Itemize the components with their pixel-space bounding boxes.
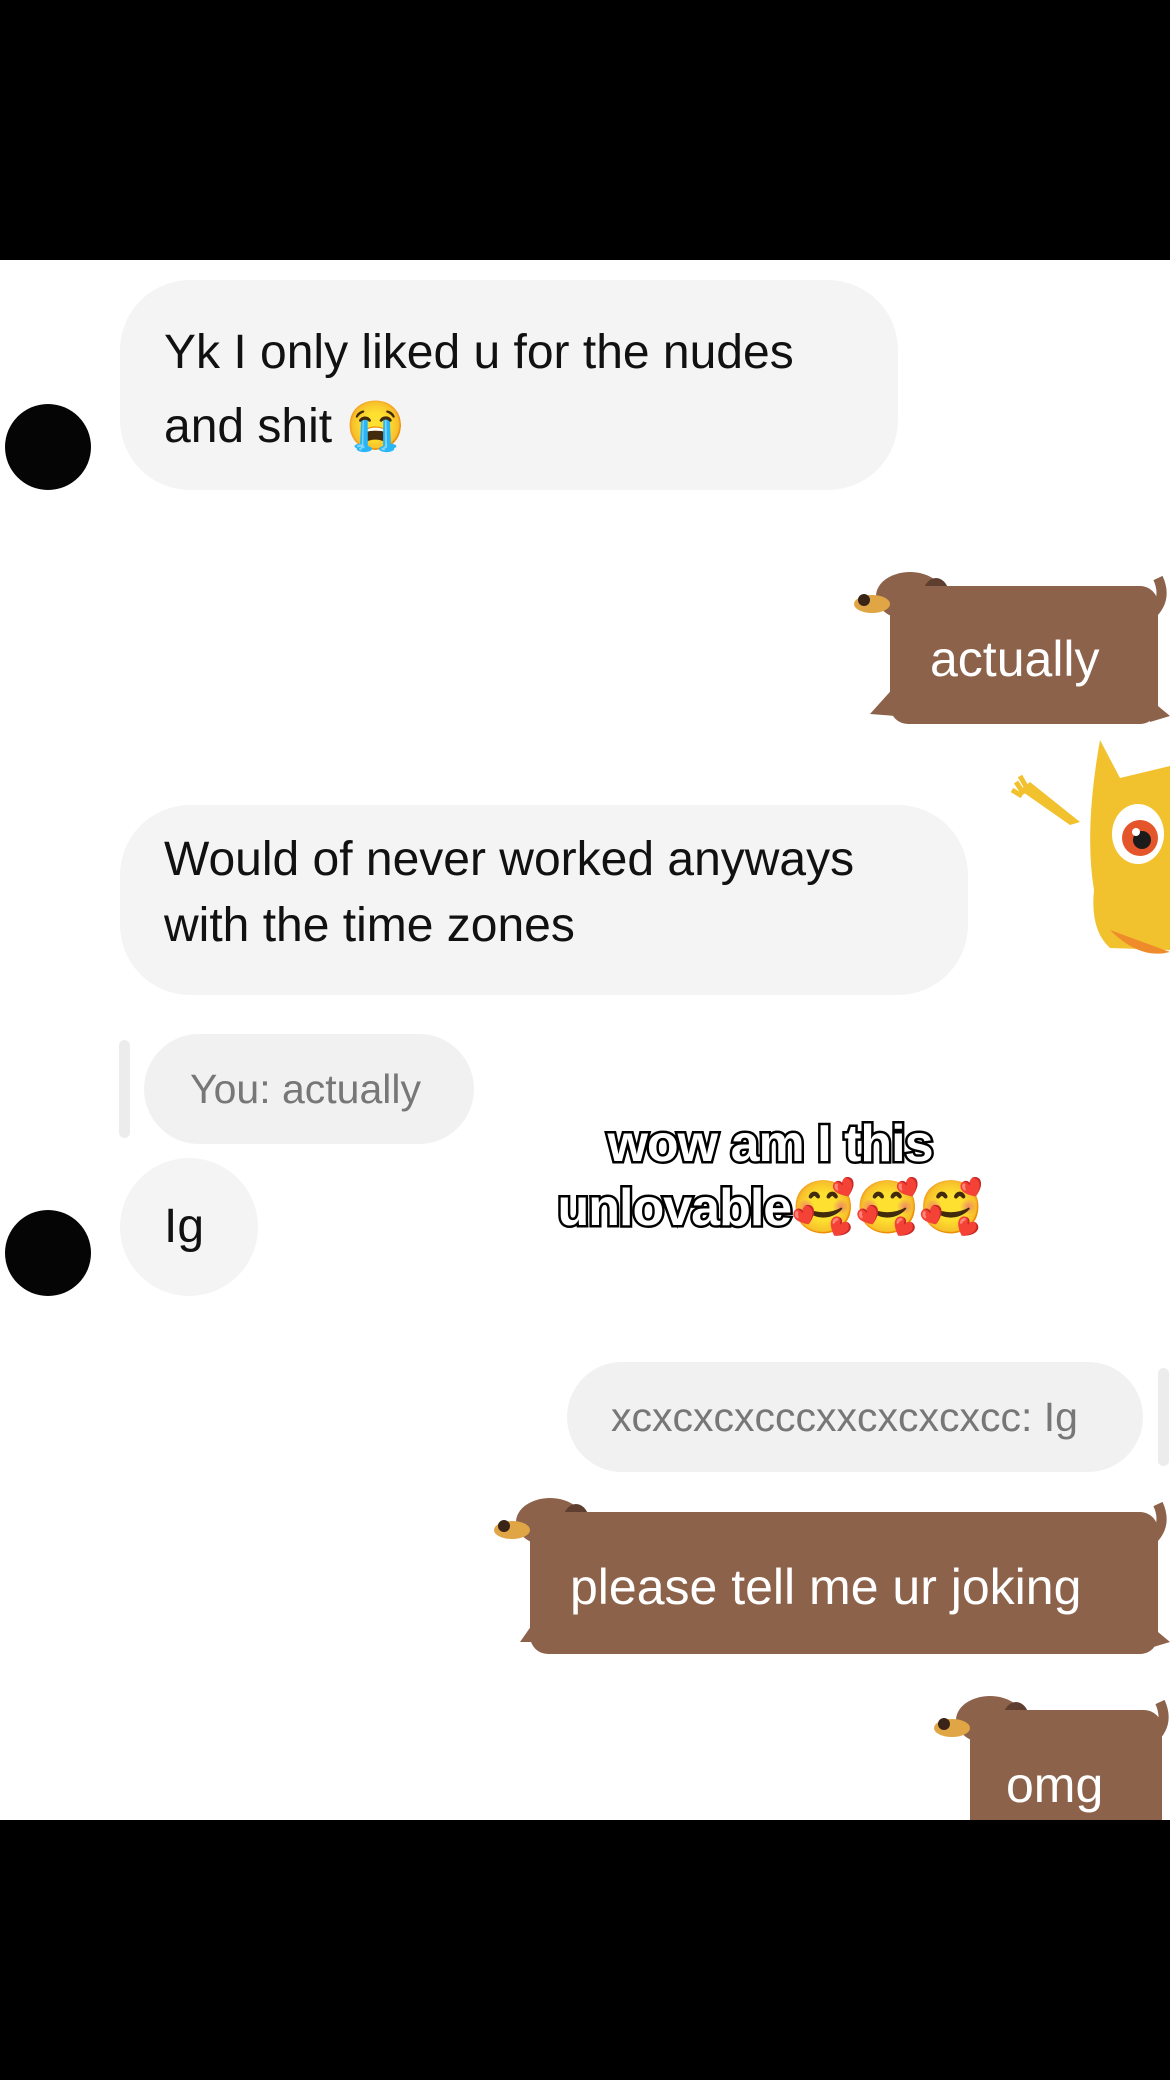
reply-preview-text: xcxcxcxcccxxcxcxcxcc: Ig: [611, 1394, 1078, 1440]
reply-preview[interactable]: xcxcxcxcccxxcxcxcxcc: Ig: [567, 1362, 1143, 1472]
reply-indicator-bar: [119, 1040, 130, 1138]
message-text: Ig: [164, 1200, 205, 1253]
sticker-body: actually: [890, 586, 1158, 724]
sticker-body: please tell me ur joking: [530, 1512, 1158, 1654]
incoming-message-bubble[interactable]: Would of never worked anyways with the t…: [120, 805, 968, 995]
message-text-line: and shit: [164, 400, 333, 453]
sender-avatar[interactable]: [5, 1210, 91, 1296]
message-text: omg: [1006, 1757, 1104, 1813]
message-text-line: Would of never worked anyways: [164, 833, 855, 886]
reply-indicator-bar: [1158, 1368, 1169, 1466]
overlay-caption: wow am I this unlovable🥰🥰🥰: [540, 1112, 1000, 1240]
crying-emoji: 😭: [345, 400, 406, 453]
sender-avatar[interactable]: [5, 404, 91, 490]
caption-line: wow am I this: [605, 1113, 936, 1176]
outgoing-dog-sticker-message[interactable]: actually: [850, 556, 1170, 746]
message-text-line: with the time zones: [164, 899, 575, 952]
message-text: actually: [930, 631, 1100, 687]
message-text-line: Yk I only liked u for the nudes: [164, 326, 794, 379]
message-text: please tell me ur joking: [570, 1559, 1082, 1615]
incoming-message-bubble[interactable]: Ig: [120, 1158, 258, 1296]
caption-line: unlovable: [555, 1177, 795, 1240]
reply-preview-text: You: actually: [190, 1066, 421, 1112]
incoming-message-bubble[interactable]: Yk I only liked u for the nudes and shit…: [120, 280, 898, 490]
outgoing-dog-sticker-message[interactable]: please tell me ur joking: [490, 1482, 1170, 1672]
smiling-hearts-emoji: 🥰🥰🥰: [791, 1179, 983, 1237]
chat-screen: Yk I only liked u for the nudes and shit…: [0, 260, 1170, 1820]
sticker-body: omg: [970, 1710, 1162, 1820]
reply-preview[interactable]: You: actually: [144, 1034, 474, 1144]
outgoing-dog-sticker-message[interactable]: omg: [930, 1680, 1170, 1820]
yellow-mascot-sticker-icon: [1010, 740, 1170, 954]
